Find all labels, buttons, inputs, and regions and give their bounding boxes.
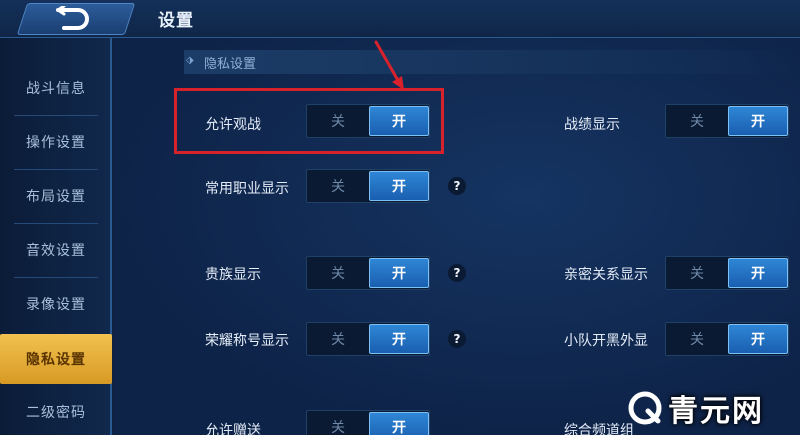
help-icon[interactable]: ? — [448, 264, 466, 282]
arrow-annotation-icon — [374, 40, 404, 90]
partial-row-label: 允许赠送 — [205, 423, 261, 435]
toggle-on-option[interactable]: 开 — [728, 324, 788, 354]
partial-row-toggle[interactable]: 关 开 — [306, 410, 430, 435]
sidebar-item-privacy[interactable]: 隐私设置 — [0, 334, 112, 384]
intimate-toggle[interactable]: 关 开 — [665, 256, 789, 290]
back-arrow-icon — [56, 6, 89, 30]
noble-label: 贵族显示 — [205, 267, 261, 283]
sidebar-divider — [14, 277, 98, 278]
sidebar-item-audio[interactable]: 音效设置 — [0, 228, 112, 272]
sidebar-item-replay[interactable]: 录像设置 — [0, 282, 112, 326]
toggle-off-option[interactable]: 关 — [666, 105, 728, 137]
partial-row-label-right: 综合频道组 — [564, 423, 634, 435]
section-header — [184, 50, 800, 74]
toggle-off-option[interactable]: 关 — [666, 257, 728, 289]
toggle-off-option[interactable]: 关 — [666, 323, 728, 355]
sidebar-divider — [14, 169, 98, 170]
team-blacklist-label: 小队开黑外显 — [564, 333, 648, 349]
toggle-on-option[interactable]: 开 — [369, 412, 429, 435]
sidebar-item-layout[interactable]: 布局设置 — [0, 174, 112, 218]
honor-title-toggle[interactable]: 关 开 — [306, 322, 430, 356]
toggle-off-option[interactable]: 关 — [307, 257, 369, 289]
toggle-off-option[interactable]: 关 — [307, 411, 369, 435]
section-title: 隐私设置 — [204, 57, 257, 72]
sidebar-item-controls[interactable]: 操作设置 — [0, 120, 112, 164]
battle-record-toggle[interactable]: 关 开 — [665, 104, 789, 138]
toggle-on-option[interactable]: 开 — [728, 106, 788, 136]
team-blacklist-toggle[interactable]: 关 开 — [665, 322, 789, 356]
sidebar-item-battle-info[interactable]: 战斗信息 — [0, 66, 112, 110]
noble-toggle[interactable]: 关 开 — [306, 256, 430, 290]
toggle-off-option[interactable]: 关 — [307, 323, 369, 355]
watermark-logo-icon — [628, 391, 662, 425]
sidebar-item-secondary-password[interactable]: 二级密码 — [0, 390, 112, 434]
battle-record-label: 战绩显示 — [564, 117, 620, 133]
toggle-on-option[interactable]: 开 — [369, 258, 429, 288]
toggle-off-option[interactable]: 关 — [307, 170, 369, 202]
help-icon[interactable]: ? — [448, 177, 466, 195]
toggle-on-option[interactable]: 开 — [369, 324, 429, 354]
page-title: 设置 — [158, 11, 194, 31]
watermark-text: 青元网 — [668, 394, 764, 429]
help-icon[interactable]: ? — [448, 330, 466, 348]
sidebar-divider — [14, 115, 98, 116]
intimate-label: 亲密关系显示 — [564, 267, 648, 283]
common-role-toggle[interactable]: 关 开 — [306, 169, 430, 203]
sidebar-divider — [14, 223, 98, 224]
section-marker-icon: ⬗ — [186, 55, 194, 66]
honor-title-label: 荣耀称号显示 — [205, 333, 289, 349]
toggle-on-option[interactable]: 开 — [369, 171, 429, 201]
watermark: 青元网 — [628, 388, 764, 429]
common-role-label: 常用职业显示 — [205, 181, 289, 197]
highlight-box — [174, 88, 444, 154]
toggle-on-option[interactable]: 开 — [728, 258, 788, 288]
